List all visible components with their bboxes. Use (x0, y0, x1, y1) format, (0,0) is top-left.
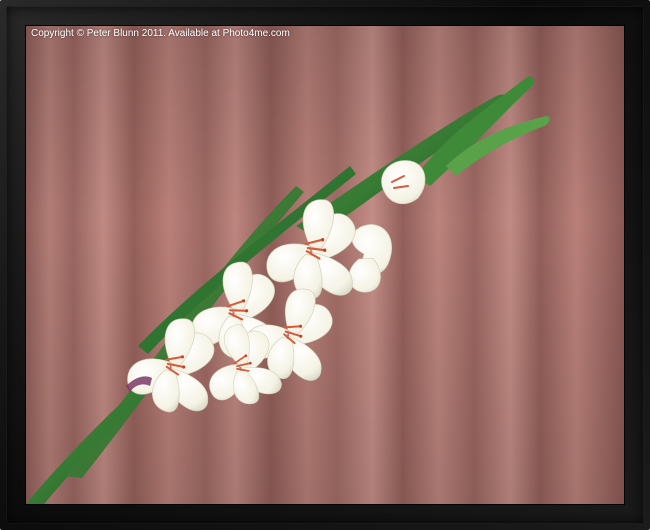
photo-print: Copyright © Peter Blunn 2011. Available … (26, 26, 624, 504)
gladiolus-photo (26, 26, 624, 504)
copyright-watermark: Copyright © Peter Blunn 2011. Available … (31, 28, 290, 39)
bud-top (381, 160, 426, 205)
